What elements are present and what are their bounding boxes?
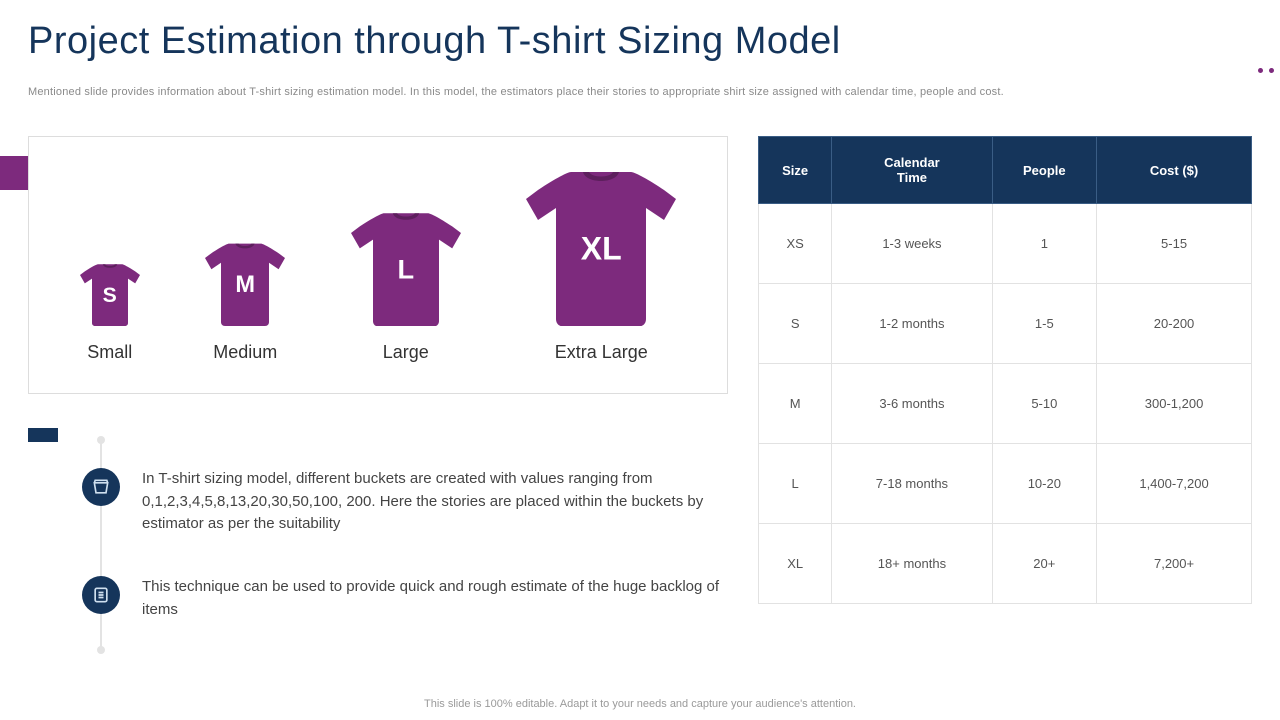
tshirt-column-m: M Medium <box>205 242 285 363</box>
table-cell: 20-200 <box>1097 284 1252 364</box>
description-text-2: This technique can be used to provide qu… <box>142 576 722 621</box>
tshirt-label: Small <box>87 342 132 363</box>
description-row-1: In T-shirt sizing model, different bucke… <box>82 468 722 536</box>
table-cell: 10-20 <box>992 444 1097 524</box>
table-row: XL18+ months20+7,200+ <box>759 524 1252 604</box>
tshirt-letter: L <box>397 254 414 286</box>
table-cell: L <box>759 444 832 524</box>
table-cell: S <box>759 284 832 364</box>
table-cell: 1,400-7,200 <box>1097 444 1252 524</box>
sizing-table: SizeCalendarTimePeopleCost ($)XS1-3 week… <box>758 136 1252 604</box>
table-cell: 1 <box>992 204 1097 284</box>
table-cell: 1-3 weeks <box>832 204 992 284</box>
table-cell: 1-5 <box>992 284 1097 364</box>
table-row: XS1-3 weeks15-15 <box>759 204 1252 284</box>
table-header: Cost ($) <box>1097 137 1252 204</box>
tshirt-size-card: S Small M Medium L Large XL Extra Large <box>28 136 728 394</box>
tshirt-icon: XL <box>526 169 676 327</box>
table-row: L7-18 months10-201,400-7,200 <box>759 444 1252 524</box>
table-cell: XL <box>759 524 832 604</box>
description-text-1: In T-shirt sizing model, different bucke… <box>142 468 722 536</box>
tshirt-icon: S <box>80 263 140 326</box>
tshirt-icon: L <box>351 211 461 327</box>
tshirt-label: Medium <box>213 342 277 363</box>
tshirt-letter: S <box>103 284 117 308</box>
description-row-2: This technique can be used to provide qu… <box>82 576 722 621</box>
table-header: People <box>992 137 1097 204</box>
table-cell: 300-1,200 <box>1097 364 1252 444</box>
tshirt-letter: XL <box>581 231 622 268</box>
tshirt-column-l: L Large <box>351 211 461 364</box>
accent-block <box>28 428 58 442</box>
tshirt-icon: M <box>205 242 285 326</box>
table-cell: 5-10 <box>992 364 1097 444</box>
tshirt-column-s: S Small <box>80 263 140 363</box>
decorative-dots <box>1258 68 1274 73</box>
table-cell: 5-15 <box>1097 204 1252 284</box>
footer-note: This slide is 100% editable. Adapt it to… <box>0 698 1280 710</box>
table-cell: 20+ <box>992 524 1097 604</box>
page-subtitle: Mentioned slide provides information abo… <box>28 86 1004 98</box>
checklist-icon <box>82 576 120 614</box>
tshirt-label: Extra Large <box>555 342 648 363</box>
table-cell: 18+ months <box>832 524 992 604</box>
tshirt-letter: M <box>235 272 255 299</box>
table-cell: 3-6 months <box>832 364 992 444</box>
table-cell: 1-2 months <box>832 284 992 364</box>
table-cell: 7-18 months <box>832 444 992 524</box>
bucket-icon <box>82 468 120 506</box>
accent-bar <box>0 156 28 190</box>
tshirt-column-xl: XL Extra Large <box>526 169 676 364</box>
table-row: S1-2 months1-520-200 <box>759 284 1252 364</box>
table-header: CalendarTime <box>832 137 992 204</box>
table-header: Size <box>759 137 832 204</box>
table-cell: M <box>759 364 832 444</box>
table-cell: XS <box>759 204 832 284</box>
table-cell: 7,200+ <box>1097 524 1252 604</box>
tshirt-label: Large <box>383 342 429 363</box>
table-row: M3-6 months5-10300-1,200 <box>759 364 1252 444</box>
page-title: Project Estimation through T-shirt Sizin… <box>28 20 841 63</box>
